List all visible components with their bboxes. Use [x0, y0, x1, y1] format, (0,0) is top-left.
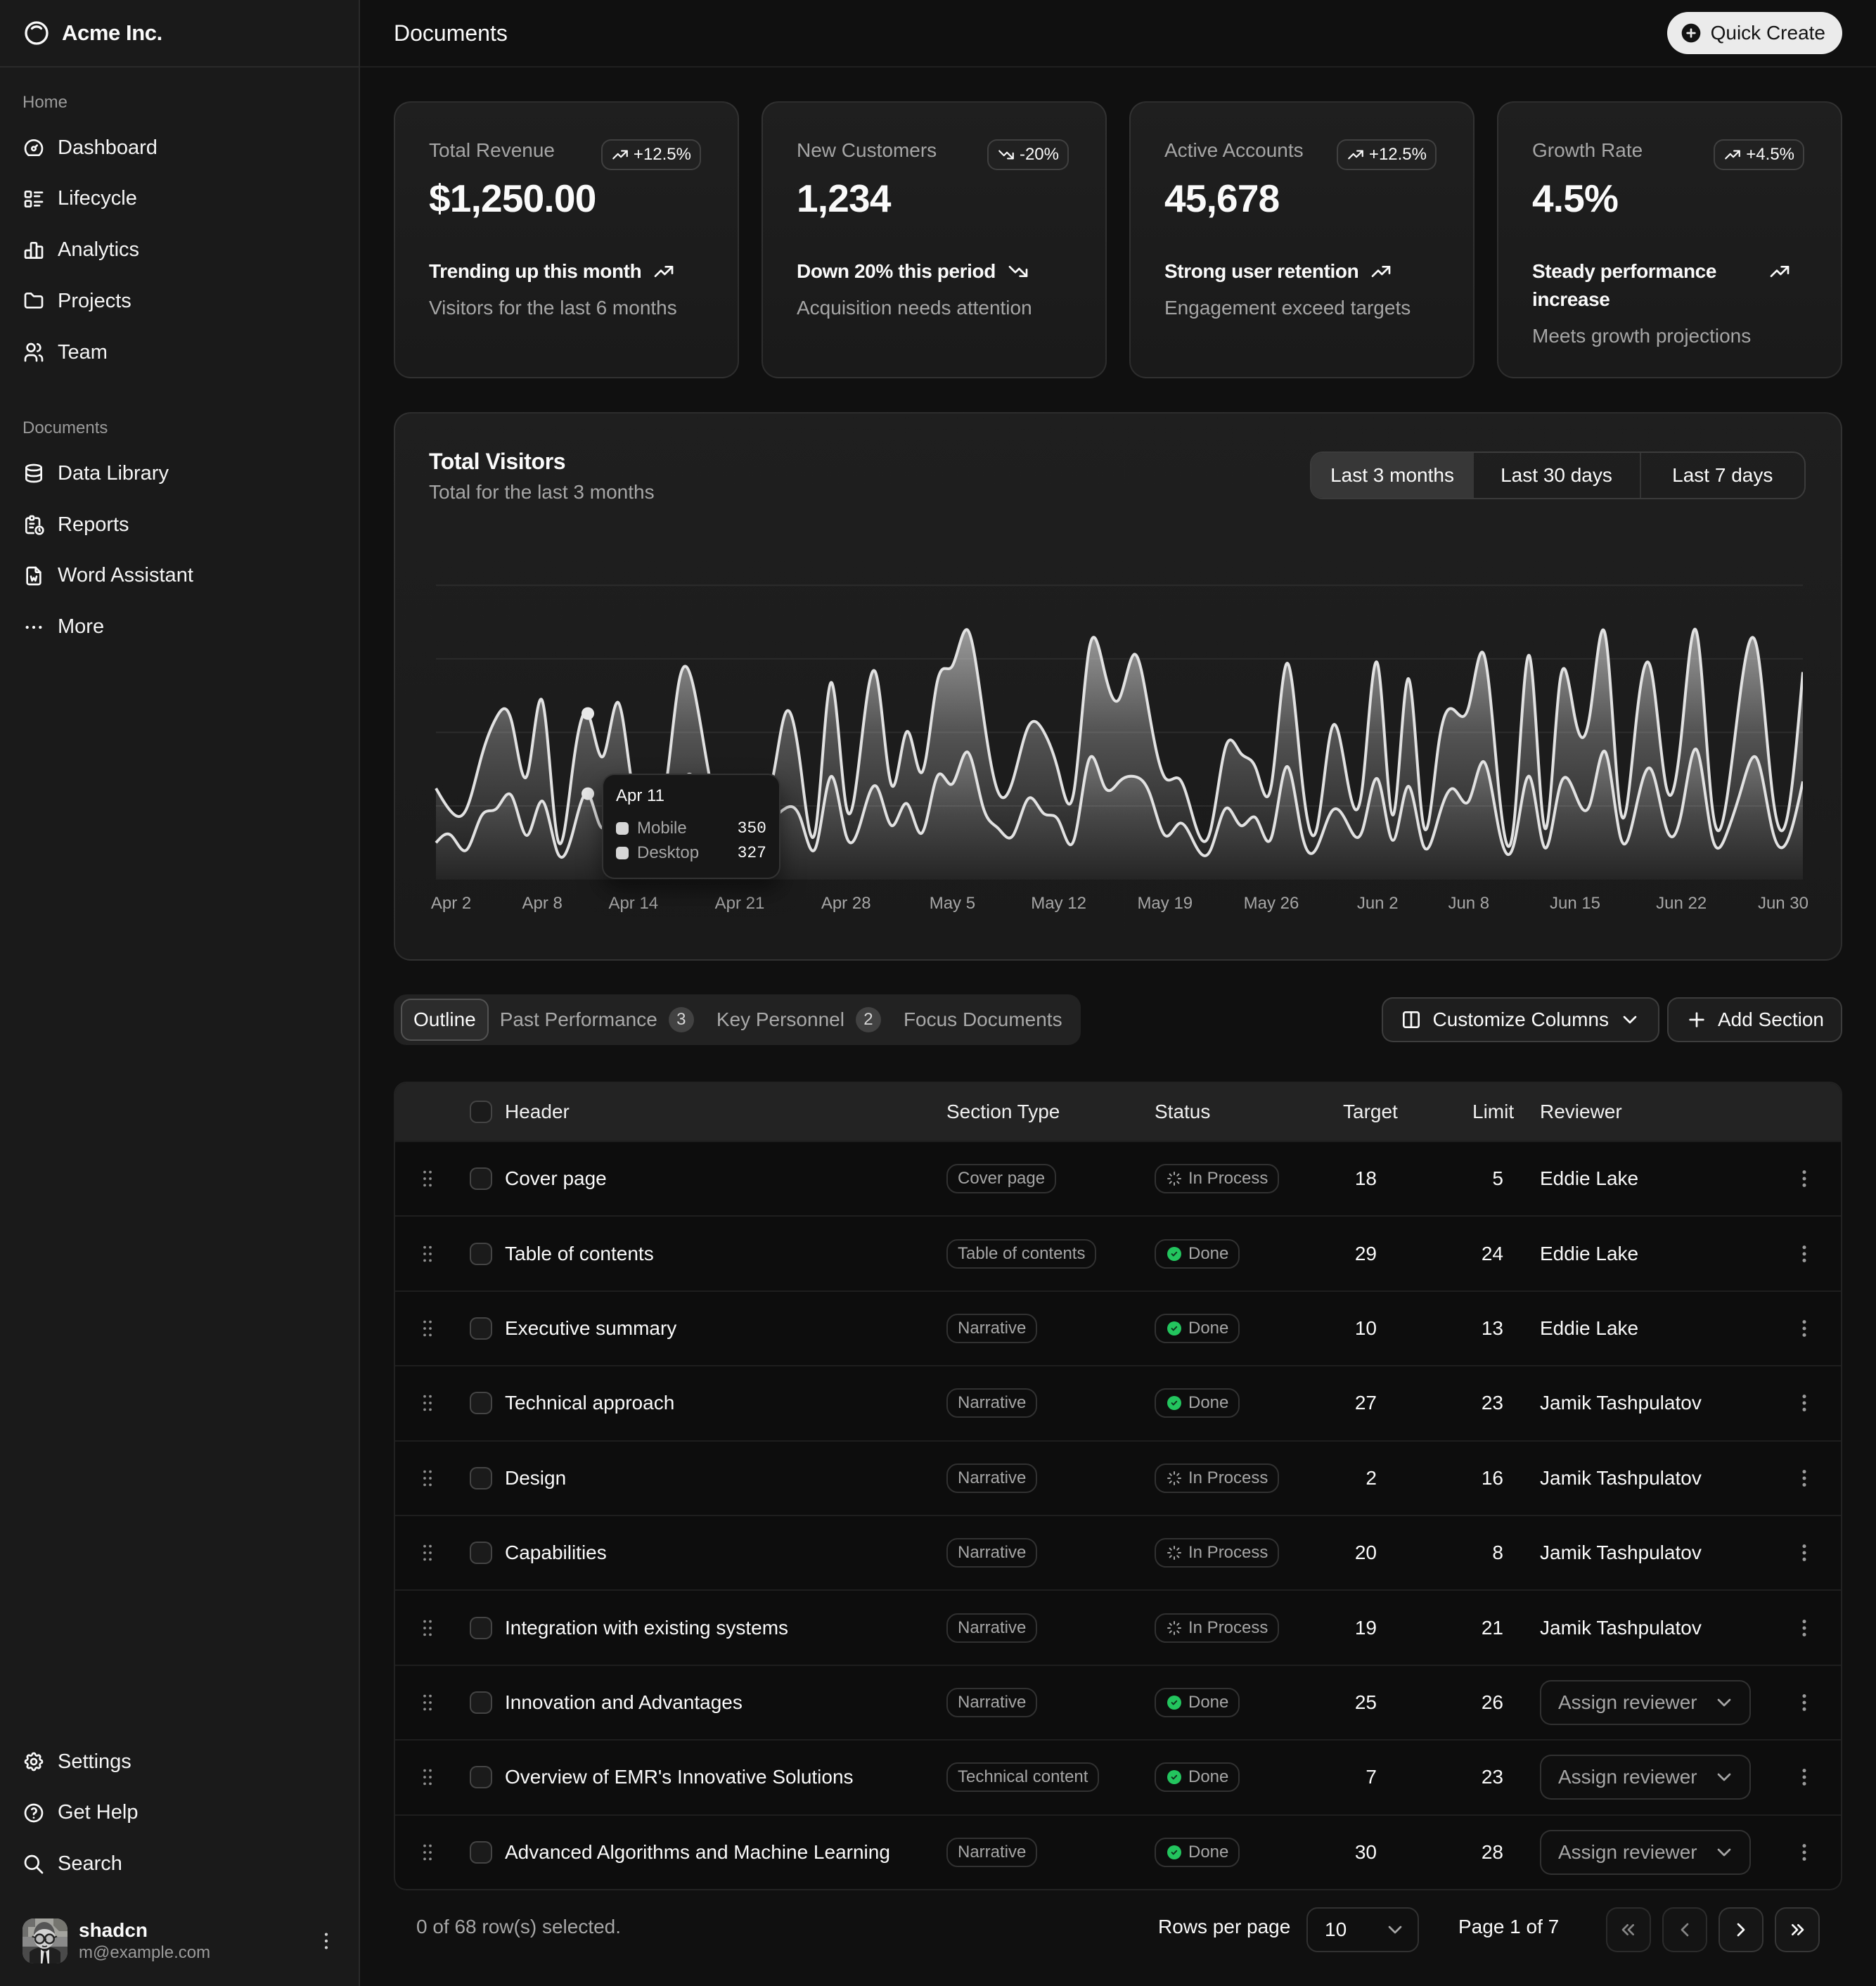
svg-text:Apr 8: Apr 8 [522, 894, 563, 913]
svg-text:Apr 28: Apr 28 [821, 894, 871, 913]
svg-text:Jun 2: Jun 2 [1357, 894, 1399, 913]
svg-text:May 26: May 26 [1244, 894, 1299, 913]
svg-text:Apr 2: Apr 2 [431, 894, 471, 913]
svg-text:May 12: May 12 [1031, 894, 1086, 913]
svg-text:Apr 14: Apr 14 [608, 894, 658, 913]
svg-text:Jun 22: Jun 22 [1656, 894, 1707, 913]
svg-text:Apr 21: Apr 21 [715, 894, 765, 913]
svg-text:Jun 8: Jun 8 [1448, 894, 1489, 913]
svg-text:May 19: May 19 [1137, 894, 1193, 913]
svg-text:Jun 15: Jun 15 [1550, 894, 1600, 913]
svg-text:May 5: May 5 [930, 894, 975, 913]
svg-text:Jun 30: Jun 30 [1758, 894, 1808, 913]
